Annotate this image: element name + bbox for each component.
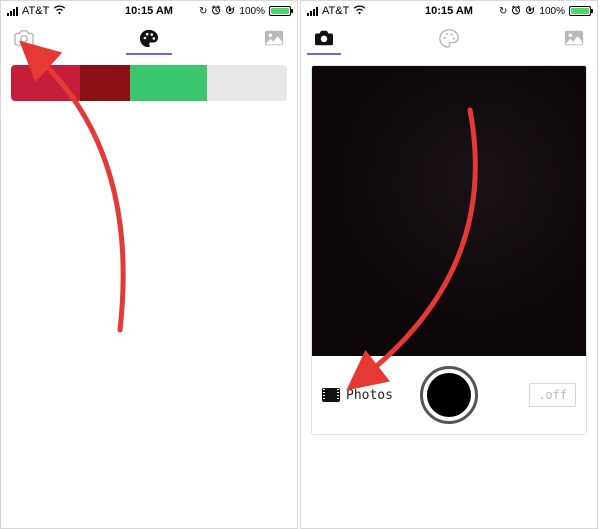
signal-icon — [307, 7, 318, 16]
shutter-button[interactable] — [420, 366, 478, 424]
palette-card[interactable] — [11, 65, 287, 101]
photos-button[interactable]: Photos — [322, 388, 393, 403]
image-icon — [264, 29, 284, 47]
carrier-label: AT&T — [322, 5, 349, 17]
wifi-icon — [353, 5, 366, 18]
shutter-inner — [427, 373, 471, 417]
flash-toggle[interactable]: .off — [529, 383, 576, 407]
gallery-tab[interactable] — [259, 26, 289, 50]
carrier-label: AT&T — [22, 5, 49, 17]
palette-swatch-3[interactable] — [130, 65, 207, 101]
flash-label: .off — [538, 388, 567, 402]
film-icon — [322, 388, 340, 402]
phone-screen-left: AT&T 10:15 AM ↻ 100% — [0, 0, 298, 529]
top-toolbar — [1, 21, 297, 55]
status-bar: AT&T 10:15 AM ↻ 100% — [301, 1, 597, 21]
palette-swatch-1[interactable] — [11, 65, 80, 101]
photos-label: Photos — [346, 388, 393, 403]
rotation-lock-icon — [225, 5, 235, 18]
palette-tab[interactable] — [434, 26, 464, 50]
camera-card: Photos .off — [311, 65, 587, 435]
camera-icon — [313, 29, 335, 47]
top-toolbar — [301, 21, 597, 55]
palette-swatch-4[interactable] — [207, 65, 287, 101]
loading-icon: ↻ — [199, 6, 207, 17]
wifi-icon — [53, 5, 66, 18]
camera-controls: Photos .off — [312, 356, 586, 434]
image-icon — [564, 29, 584, 47]
active-tab-indicator — [307, 53, 341, 55]
palette-icon — [438, 28, 460, 48]
alarm-icon — [211, 5, 221, 18]
alarm-icon — [511, 5, 521, 18]
camera-tab[interactable] — [309, 26, 339, 50]
battery-percent: 100% — [539, 6, 565, 17]
loading-icon: ↻ — [499, 6, 507, 17]
battery-percent: 100% — [239, 6, 265, 17]
gallery-tab[interactable] — [559, 26, 589, 50]
camera-viewfinder[interactable] — [312, 66, 586, 356]
camera-tab[interactable] — [9, 26, 39, 50]
active-tab-indicator — [126, 53, 172, 55]
status-bar: AT&T 10:15 AM ↻ 100% — [1, 1, 297, 21]
palette-tab[interactable] — [134, 26, 164, 50]
battery-icon — [569, 6, 591, 16]
phone-screen-right: AT&T 10:15 AM ↻ 100% — [300, 0, 598, 529]
signal-icon — [7, 7, 18, 16]
palette-swatch-2[interactable] — [80, 65, 130, 101]
camera-icon — [13, 29, 35, 47]
battery-icon — [269, 6, 291, 16]
rotation-lock-icon — [525, 5, 535, 18]
palette-icon — [138, 28, 160, 48]
